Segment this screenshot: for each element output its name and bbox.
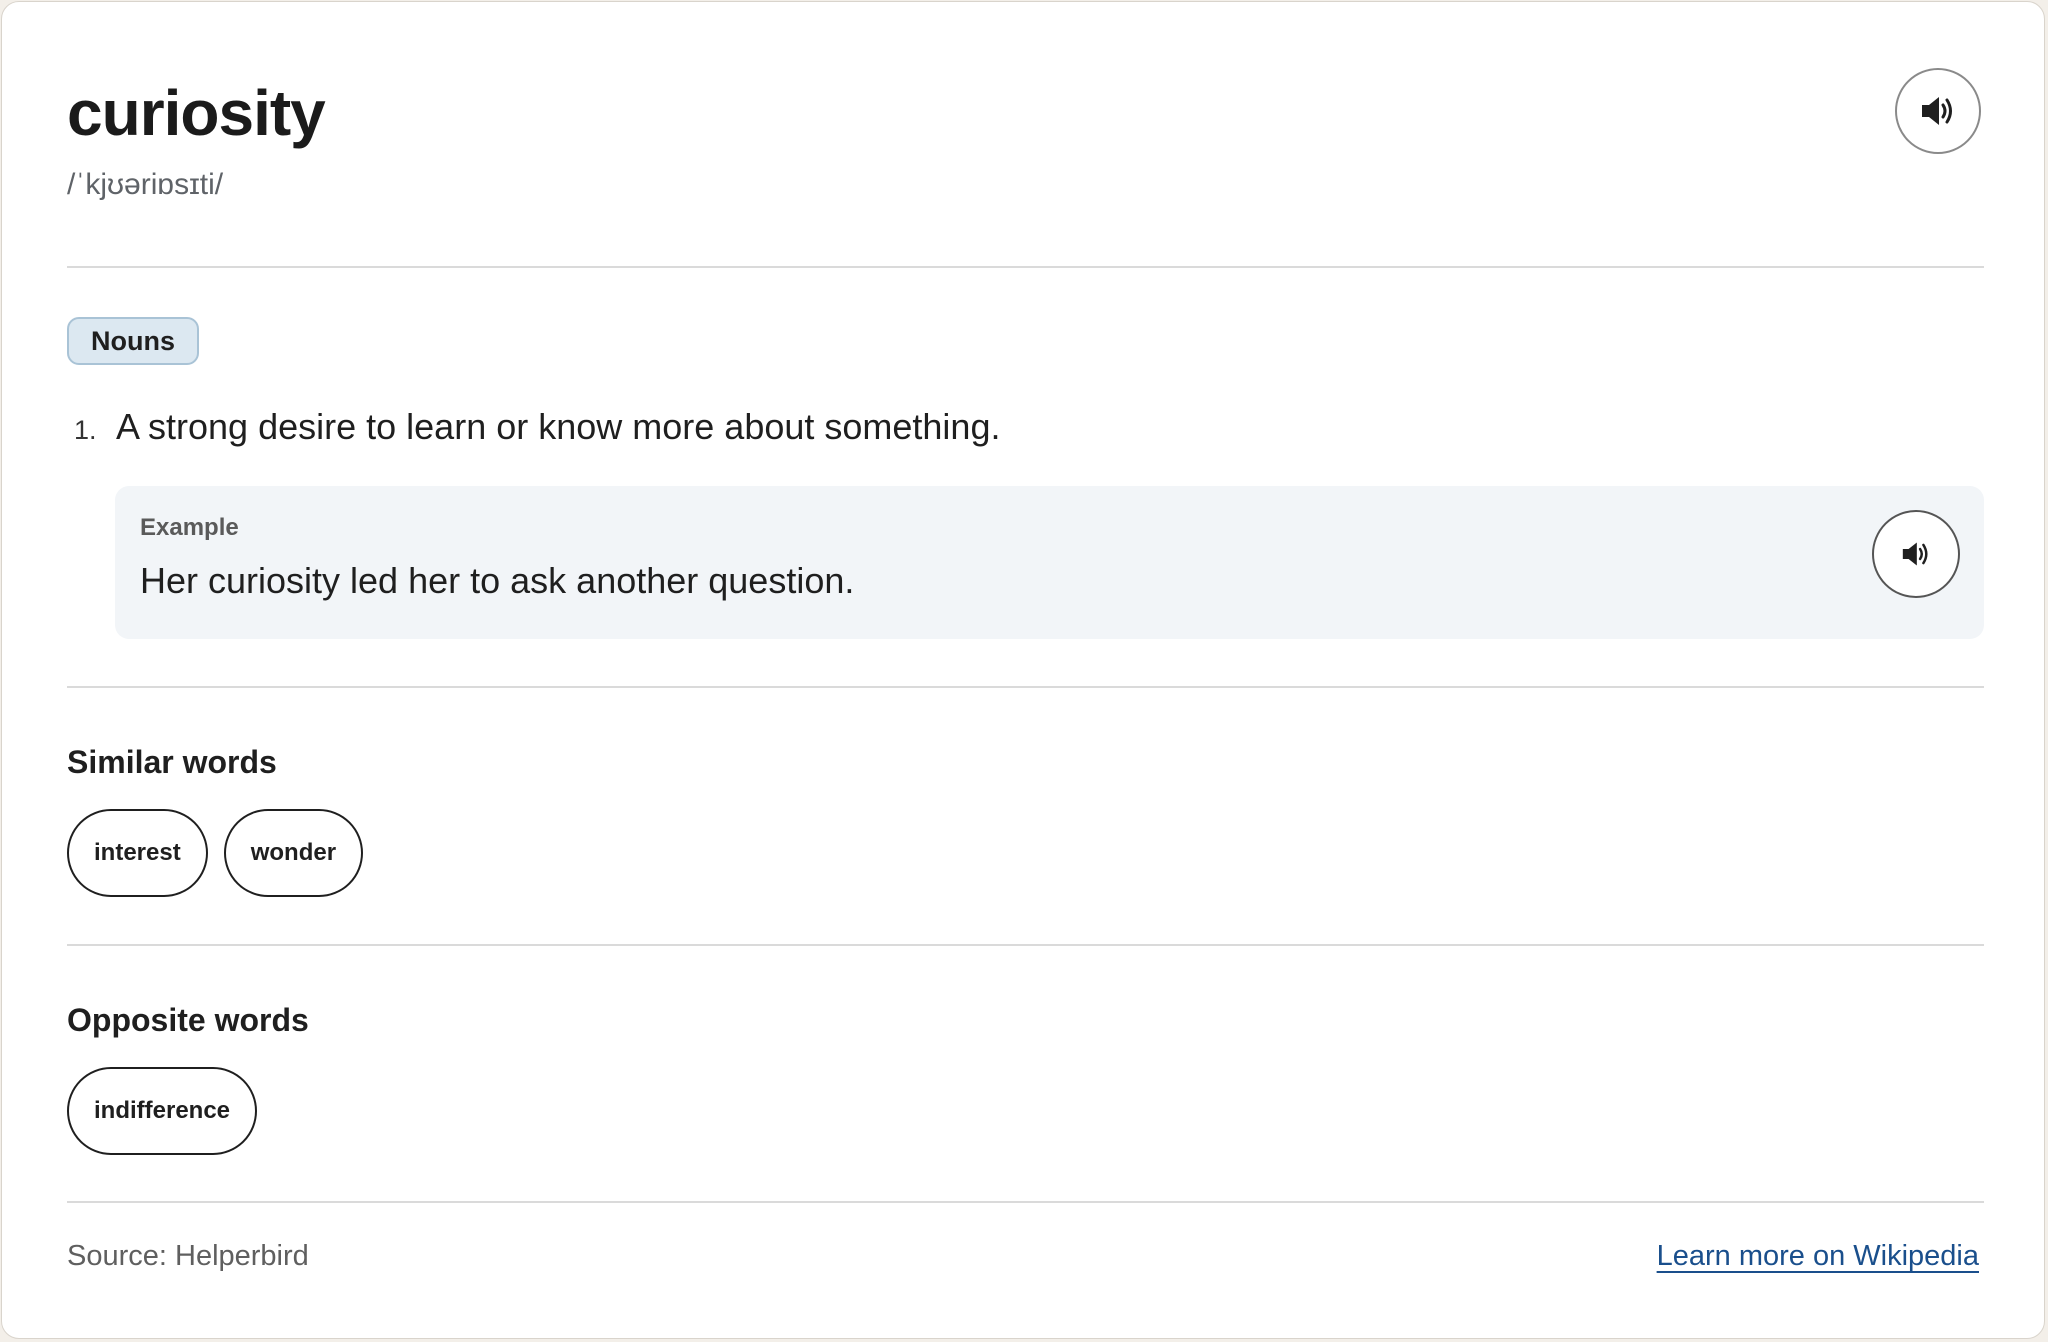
entry-header: curiosity /ˈkjʊəriɒsɪti/ — [67, 72, 326, 202]
similar-word-chip[interactable]: wonder — [223, 809, 364, 897]
part-of-speech-badge: Nouns — [67, 317, 199, 365]
example-audio-button[interactable] — [1872, 510, 1960, 598]
similar-words-title: Similar words — [67, 744, 277, 780]
definition-item: 1. A strong desire to learn or know more… — [74, 406, 1000, 448]
speaker-icon — [1922, 97, 1952, 125]
example-text: Her curiosity led her to ask another que… — [140, 560, 855, 601]
definition-number: 1. — [74, 415, 97, 445]
headword: curiosity — [67, 77, 326, 149]
pronunciation: /ˈkjʊəriɒsɪti/ — [67, 168, 224, 201]
speaker-icon — [1902, 542, 1928, 566]
definition-text: A strong desire to learn or know more ab… — [116, 406, 1001, 447]
opposite-words-title: Opposite words — [67, 1002, 309, 1038]
example-label: Example — [140, 514, 239, 541]
divider — [67, 944, 1984, 946]
dictionary-card: curiosity /ˈkjʊəriɒsɪti/ Nouns 1. A stro… — [1, 1, 2045, 1339]
opposite-words-list: indifference — [67, 1067, 258, 1155]
wikipedia-link[interactable]: Learn more on Wikipedia — [1657, 1240, 1979, 1273]
source-label: Source: Helperbird — [67, 1240, 309, 1272]
similar-word-chip[interactable]: interest — [67, 809, 208, 897]
opposite-word-chip[interactable]: indifference — [67, 1067, 258, 1155]
similar-words-list: interest wonder — [67, 809, 364, 897]
divider — [67, 686, 1984, 688]
divider — [67, 1201, 1984, 1203]
example-box: Example Her curiosity led her to ask ano… — [115, 486, 1984, 639]
divider — [67, 266, 1984, 268]
pronounce-button[interactable] — [1895, 68, 1981, 154]
